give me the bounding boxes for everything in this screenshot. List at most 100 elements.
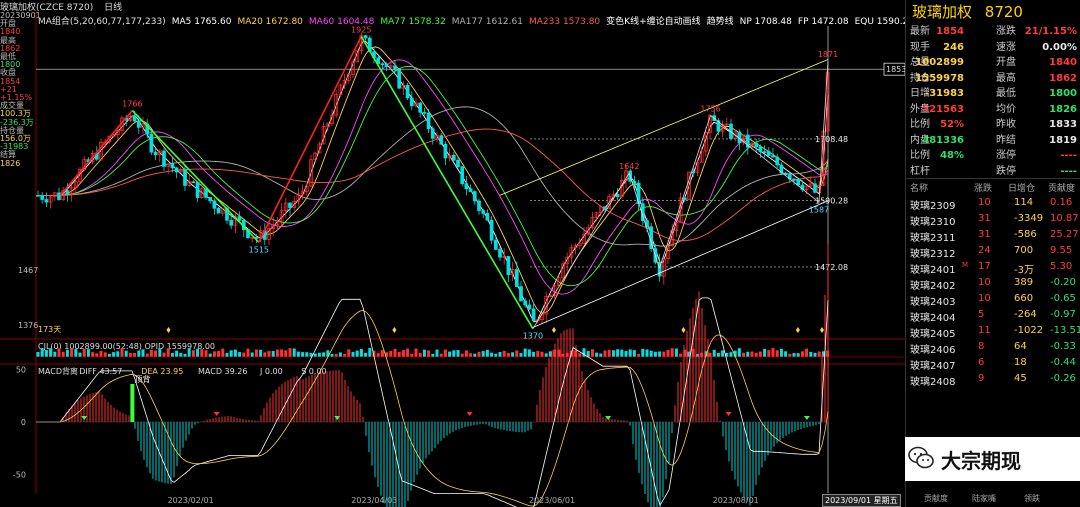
period-label[interactable]: 日线 bbox=[104, 3, 122, 13]
contract-row[interactable]: 玻璃2408 9 45 -0.26 bbox=[906, 371, 1080, 388]
contract-row[interactable]: 玻璃2401 M 17 -3万 5.30 bbox=[906, 259, 1080, 276]
macd-legend-item: MACD 39.26 bbox=[198, 367, 247, 376]
candle-body bbox=[409, 97, 414, 107]
date-tick-label: 2023/02/01 bbox=[167, 496, 214, 505]
volume-bar bbox=[515, 350, 519, 357]
volume-bar bbox=[233, 349, 237, 357]
contract-row[interactable]: 玻璃2403 10 660 -0.65 bbox=[906, 291, 1080, 308]
volume-bar bbox=[179, 352, 183, 357]
volume-bar bbox=[44, 350, 48, 357]
contract-cell: 0.16 bbox=[1050, 197, 1073, 208]
current-price-label: 1853 bbox=[886, 65, 905, 74]
volume-bar bbox=[284, 350, 288, 357]
quote-k2: 涨跌 bbox=[996, 26, 1016, 37]
contract-cell: 玻璃2309 bbox=[910, 201, 956, 212]
macd-tick-label: -50 bbox=[13, 471, 26, 480]
watermark-text: 大宗期现 bbox=[941, 449, 1021, 473]
contract-cell: -0.97 bbox=[1050, 309, 1076, 320]
volume-bar bbox=[784, 351, 788, 357]
col-change[interactable]: 涨跌 bbox=[974, 181, 992, 194]
contract-row[interactable]: 玻璃2405 11 -1022 -13.51 bbox=[906, 323, 1080, 340]
tab-lujiazui[interactable]: 陆家嘴 bbox=[972, 493, 996, 504]
date-tick-label: 2023/06/01 bbox=[528, 496, 576, 505]
contract-row[interactable]: 玻璃2311 31 -586 25.27 bbox=[906, 227, 1080, 244]
contract-cell: 10 bbox=[978, 277, 991, 288]
quote-row: 日增 -31983 最低 1800 bbox=[906, 86, 1080, 102]
candle-body bbox=[792, 178, 796, 181]
contract-cell: -0.33 bbox=[1050, 341, 1076, 352]
col-contribution[interactable]: 贡献度 bbox=[1048, 181, 1075, 194]
candle-body bbox=[531, 308, 536, 321]
volume-bar bbox=[246, 348, 250, 357]
volume-bar bbox=[603, 350, 607, 357]
volume-bar bbox=[427, 350, 431, 357]
candle-body bbox=[212, 200, 217, 209]
tab-contribution[interactable]: 贡献度 bbox=[924, 493, 948, 504]
candle-body bbox=[57, 192, 61, 200]
quote-row: 现手 246 速涨 0.00% bbox=[906, 40, 1080, 56]
quote-v2: ---- bbox=[1060, 150, 1077, 161]
volume-bar bbox=[288, 348, 292, 357]
volume-bar bbox=[326, 350, 330, 357]
ma-legend-item: MA20 1672.80 bbox=[237, 17, 303, 27]
quote-k1: 比例 bbox=[910, 119, 930, 130]
divergence-bar bbox=[130, 384, 135, 422]
ma-legend-item: MA组合(5,20,60,77,177,233) bbox=[38, 17, 166, 27]
volume-bar bbox=[191, 350, 195, 357]
contract-row[interactable]: 玻璃2312 24 700 9.55 bbox=[906, 243, 1080, 260]
volume-bar bbox=[632, 350, 636, 357]
quote-v2: 1826 bbox=[1049, 103, 1077, 115]
contract-cell: 玻璃2312 bbox=[910, 249, 956, 260]
candle-body bbox=[170, 163, 175, 169]
contract-cell: 玻璃2406 bbox=[910, 345, 956, 356]
quote-row: 比例 52% 昨收 1833 bbox=[906, 117, 1080, 133]
tab-decliners[interactable]: 领跌 bbox=[1024, 493, 1040, 504]
candle-body bbox=[216, 207, 221, 214]
contract-cell: 18 bbox=[1014, 357, 1027, 368]
candle-body bbox=[514, 269, 519, 287]
quote-v2: ---- bbox=[1060, 165, 1077, 177]
col-oi-change[interactable]: 日增仓 bbox=[1008, 181, 1035, 194]
level-label: 1708.48 bbox=[815, 135, 848, 144]
volume-bar bbox=[779, 348, 783, 357]
contract-row[interactable]: 玻璃2402 10 389 -0.20 bbox=[906, 275, 1080, 292]
candle-body bbox=[498, 249, 502, 258]
volume-bar bbox=[448, 351, 452, 357]
contract-row[interactable]: 玻璃2407 6 18 -0.44 bbox=[906, 355, 1080, 372]
quote-k2: 速涨 bbox=[996, 41, 1016, 53]
candle-body bbox=[204, 188, 208, 198]
volume-bar bbox=[107, 353, 111, 357]
contract-row[interactable]: 玻璃2309 10 114 0.16 bbox=[906, 195, 1080, 212]
candle-body bbox=[506, 256, 511, 275]
volume-bar bbox=[242, 352, 246, 357]
candle-body bbox=[523, 300, 528, 306]
volume-bar bbox=[208, 353, 212, 357]
volume-bar bbox=[653, 351, 657, 357]
contract-row[interactable]: 玻璃2404 5 -264 -0.97 bbox=[906, 307, 1080, 324]
volume-bar bbox=[414, 348, 418, 357]
candle-body bbox=[40, 195, 45, 200]
contract-cell: M bbox=[962, 261, 969, 269]
bar-info-panel: 20230901 开盘 1840 最高 1862 最低 1800 收盘 1854 +21 +1.15… bbox=[0, 11, 41, 232]
col-name[interactable]: 名称 bbox=[910, 181, 928, 194]
volume-bar bbox=[393, 348, 397, 357]
contract-row[interactable]: 玻璃2310 31 -3349 10.87 bbox=[906, 211, 1080, 228]
contract-row[interactable]: 玻璃2406 8 64 -0.33 bbox=[906, 339, 1080, 356]
volume-bar bbox=[355, 350, 359, 357]
date-axis: 2023/02/01 2023/04/03 2023/06/01 2023/08/01… bbox=[0, 493, 905, 507]
volume-bar bbox=[292, 348, 296, 357]
volume-bar bbox=[196, 348, 200, 357]
volume-bar bbox=[548, 351, 552, 357]
quote-title-name: 玻璃加权 bbox=[912, 3, 973, 21]
ma-legend-item: 趋势线 bbox=[706, 17, 734, 27]
volume-bar bbox=[116, 351, 120, 357]
contract-cell: 9 bbox=[978, 373, 985, 384]
volume-bar bbox=[477, 351, 481, 357]
volume-bar bbox=[263, 352, 267, 357]
quote-v2: 1833 bbox=[1049, 119, 1077, 130]
contract-cell: 玻璃2404 bbox=[910, 313, 956, 324]
volume-bar bbox=[746, 351, 750, 357]
volume-bar bbox=[775, 350, 779, 357]
contract-cell: 玻璃2310 bbox=[910, 217, 956, 228]
macd-legend-item: S 0.00 bbox=[301, 367, 326, 376]
